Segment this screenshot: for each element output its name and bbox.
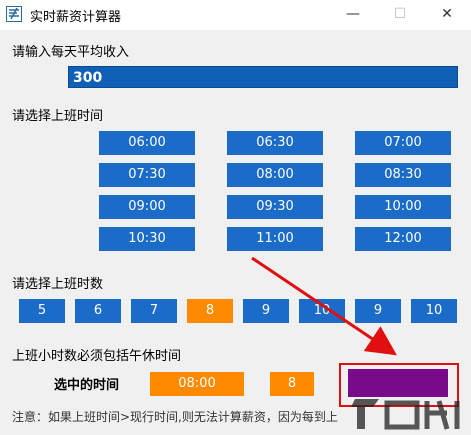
hours-hint: 上班小时数必须包括午休时间 (12, 349, 182, 364)
app-icon (6, 6, 22, 22)
minimize-button[interactable]: — (331, 0, 375, 30)
hours-option-5[interactable]: 5 (19, 299, 65, 323)
hours-option-10b[interactable]: 10 (411, 299, 457, 323)
income-label: 请输入每天平均收入 (12, 45, 130, 60)
time-option-0900[interactable]: 09:00 (99, 195, 195, 219)
time-option-0830[interactable]: 08:30 (355, 163, 451, 187)
selected-time-value: 08:00 (150, 372, 244, 396)
selected-time-label: 选中的时间 (54, 378, 120, 393)
app-window: 实时薪资计算器 — ☐ ✕ 请输入每天平均收入 300 请选择上班时间 06:0… (0, 0, 471, 435)
site-watermark-logo (351, 399, 460, 430)
time-option-1100[interactable]: 11:00 (227, 227, 323, 251)
time-option-0930[interactable]: 09:30 (227, 195, 323, 219)
time-option-1000[interactable]: 10:00 (355, 195, 451, 219)
hours-option-10[interactable]: 10 (299, 299, 345, 323)
hours-option-9[interactable]: 9 (243, 299, 289, 323)
hours-option-6[interactable]: 6 (75, 299, 121, 323)
hours-option-7[interactable]: 7 (131, 299, 177, 323)
time-option-0700[interactable]: 07:00 (355, 131, 451, 155)
title-bar: 实时薪资计算器 — ☐ ✕ (0, 0, 471, 30)
hours-option-9b[interactable]: 9 (355, 299, 401, 323)
client-area: 请输入每天平均收入 300 请选择上班时间 06:00 06:30 07:00 … (0, 30, 471, 435)
maximize-button[interactable]: ☐ (378, 0, 422, 30)
window-title: 实时薪资计算器 (30, 10, 122, 25)
time-option-1200[interactable]: 12:00 (355, 227, 451, 251)
time-option-0630[interactable]: 06:30 (227, 131, 323, 155)
income-input[interactable]: 300 (68, 66, 458, 88)
time-option-0730[interactable]: 07:30 (99, 163, 195, 187)
hours-option-8-selected[interactable]: 8 (187, 299, 233, 323)
selected-hours-value: 8 (270, 372, 314, 396)
time-option-0600[interactable]: 06:00 (99, 131, 195, 155)
close-button[interactable]: ✕ (425, 0, 469, 30)
hours-label: 请选择上班时数 (12, 277, 104, 292)
time-option-0800[interactable]: 08:00 (227, 163, 323, 187)
time-option-1030[interactable]: 10:30 (99, 227, 195, 251)
start-time-label: 请选择上班时间 (12, 109, 104, 124)
